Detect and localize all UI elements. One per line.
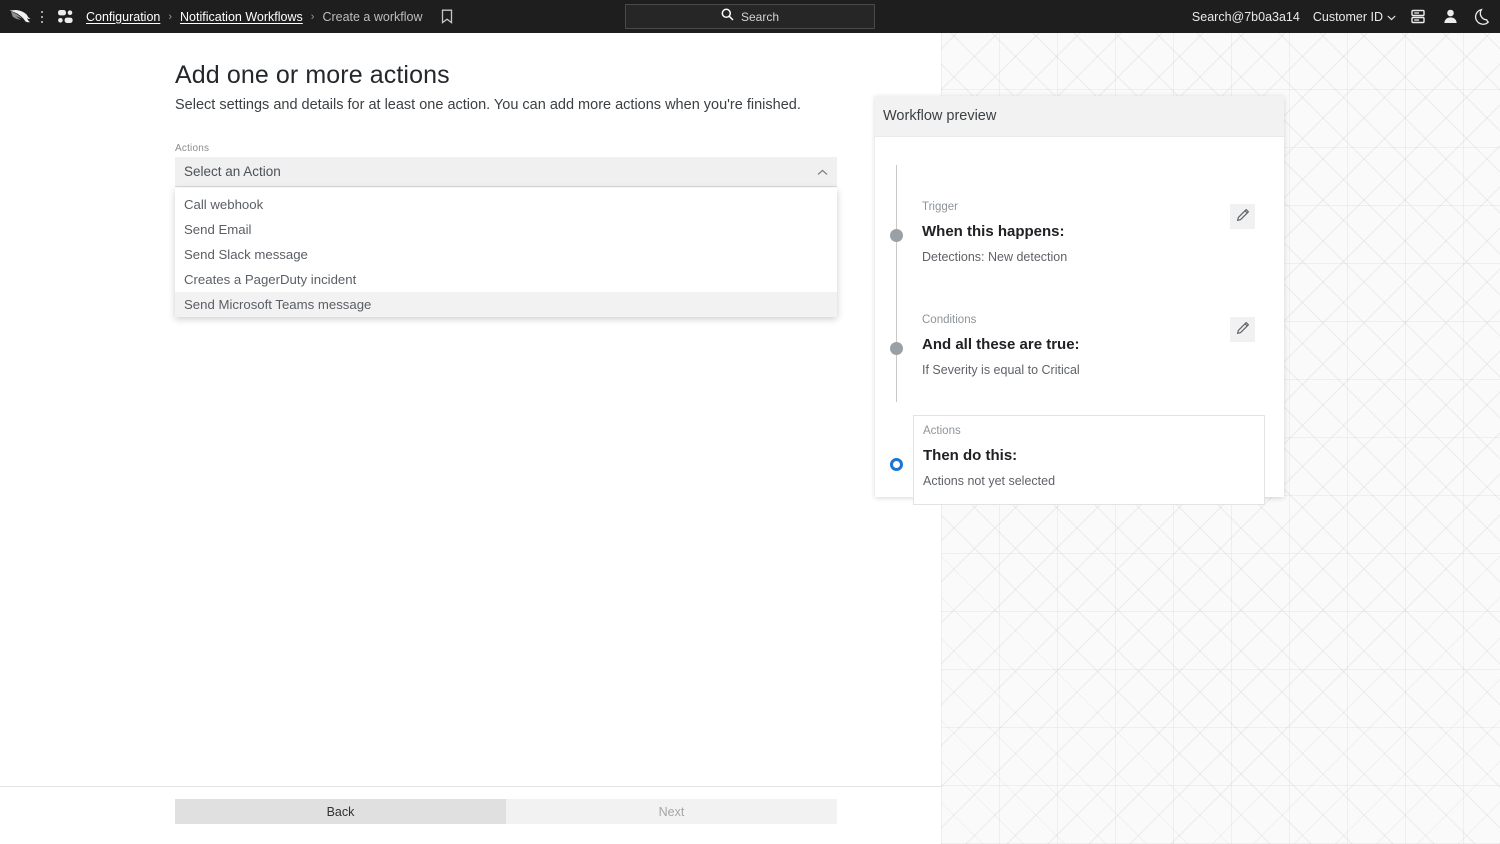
workflow-preview-panel: Workflow preview Trigger When this happe… — [875, 96, 1284, 497]
dropdown-option-creates-a-pagerduty-incident[interactable]: Creates a PagerDuty incident — [175, 267, 837, 292]
actions-select-input[interactable]: Select an Action — [175, 157, 837, 187]
pencil-edit-icon — [1236, 321, 1250, 338]
actions-select-group: Actions Select an Action — [175, 143, 837, 187]
next-button[interactable]: Next — [506, 799, 837, 824]
support-list-icon[interactable] — [1409, 7, 1428, 26]
search-icon — [721, 8, 734, 26]
actions-select-value: Select an Action — [184, 164, 281, 179]
workflow-step-conditions: Conditions And all these are true: If Se… — [922, 314, 1080, 377]
page-subtitle: Select settings and details for at least… — [175, 97, 801, 113]
customer-id-selector[interactable]: Customer ID — [1313, 10, 1396, 24]
chevron-up-icon — [817, 163, 828, 181]
main-content-panel: Add one or more actions Select settings … — [0, 33, 941, 844]
bookmark-icon[interactable] — [438, 8, 456, 26]
timeline-node-conditions — [890, 342, 903, 355]
trigger-kicker-label: Trigger — [922, 201, 1067, 213]
edit-conditions-button[interactable] — [1230, 317, 1255, 342]
workflow-preview-title: Workflow preview — [875, 96, 1284, 137]
user-account-icon[interactable] — [1441, 7, 1460, 26]
trigger-title: When this happens: — [922, 223, 1067, 240]
top-navigation-bar: Configuration › Notification Workflows ›… — [0, 0, 1500, 33]
workflow-step-actions-card: Actions Then do this: Actions not yet se… — [913, 415, 1265, 505]
breadcrumb-item-notification-workflows[interactable]: Notification Workflows — [180, 10, 303, 24]
dropdown-option-send-microsoft-teams-message[interactable]: Send Microsoft Teams message — [175, 292, 837, 317]
page-title: Add one or more actions — [175, 61, 450, 90]
breadcrumb-item-configuration[interactable]: Configuration — [86, 10, 160, 24]
workflow-step-trigger: Trigger When this happens: Detections: N… — [922, 201, 1067, 264]
actions-dropdown-list[interactable]: Call webhook Send Email Send Slack messa… — [175, 188, 837, 317]
footer-divider — [0, 786, 941, 787]
dark-mode-moon-icon[interactable] — [1473, 7, 1492, 26]
search-placeholder-label: Search — [741, 10, 779, 24]
footer-action-buttons: Back Next — [175, 799, 837, 824]
trigger-description: Detections: New detection — [922, 250, 1067, 264]
actions-kicker-label: Actions — [923, 425, 1264, 437]
dropdown-option-send-slack-message[interactable]: Send Slack message — [175, 242, 837, 267]
top-nav-right-cluster: Search@7b0a3a14 Customer ID — [1192, 0, 1492, 33]
breadcrumb-separator: › — [311, 11, 315, 23]
breadcrumb-item-create-a-workflow: Create a workflow — [322, 10, 422, 24]
dropdown-option-call-webhook[interactable]: Call webhook — [175, 192, 837, 217]
conditions-kicker-label: Conditions — [922, 314, 1080, 326]
timeline-node-trigger — [890, 229, 903, 242]
actions-description: Actions not yet selected — [923, 474, 1264, 488]
app-grid-icon[interactable] — [50, 0, 80, 33]
conditions-title: And all these are true: — [922, 336, 1080, 353]
edit-trigger-button[interactable] — [1230, 204, 1255, 229]
kebab-menu-icon[interactable] — [34, 0, 50, 33]
actions-select-label: Actions — [175, 143, 837, 154]
dropdown-option-send-email[interactable]: Send Email — [175, 217, 837, 242]
timeline-node-actions — [890, 458, 903, 471]
pencil-edit-icon — [1236, 208, 1250, 225]
actions-title: Then do this: — [923, 447, 1264, 464]
breadcrumb: Configuration › Notification Workflows ›… — [86, 8, 456, 26]
workflow-timeline-rail — [896, 165, 897, 402]
chevron-down-icon — [1387, 10, 1396, 24]
customer-id-label: Customer ID — [1313, 10, 1383, 24]
back-button[interactable]: Back — [175, 799, 506, 824]
breadcrumb-separator: › — [168, 11, 172, 23]
search-input[interactable]: Search — [625, 4, 875, 29]
falcon-logo-icon[interactable] — [0, 0, 34, 33]
account-name-label[interactable]: Search@7b0a3a14 — [1192, 10, 1300, 24]
workflow-preview-body: Trigger When this happens: Detections: N… — [875, 137, 1284, 497]
conditions-description: If Severity is equal to Critical — [922, 363, 1080, 377]
